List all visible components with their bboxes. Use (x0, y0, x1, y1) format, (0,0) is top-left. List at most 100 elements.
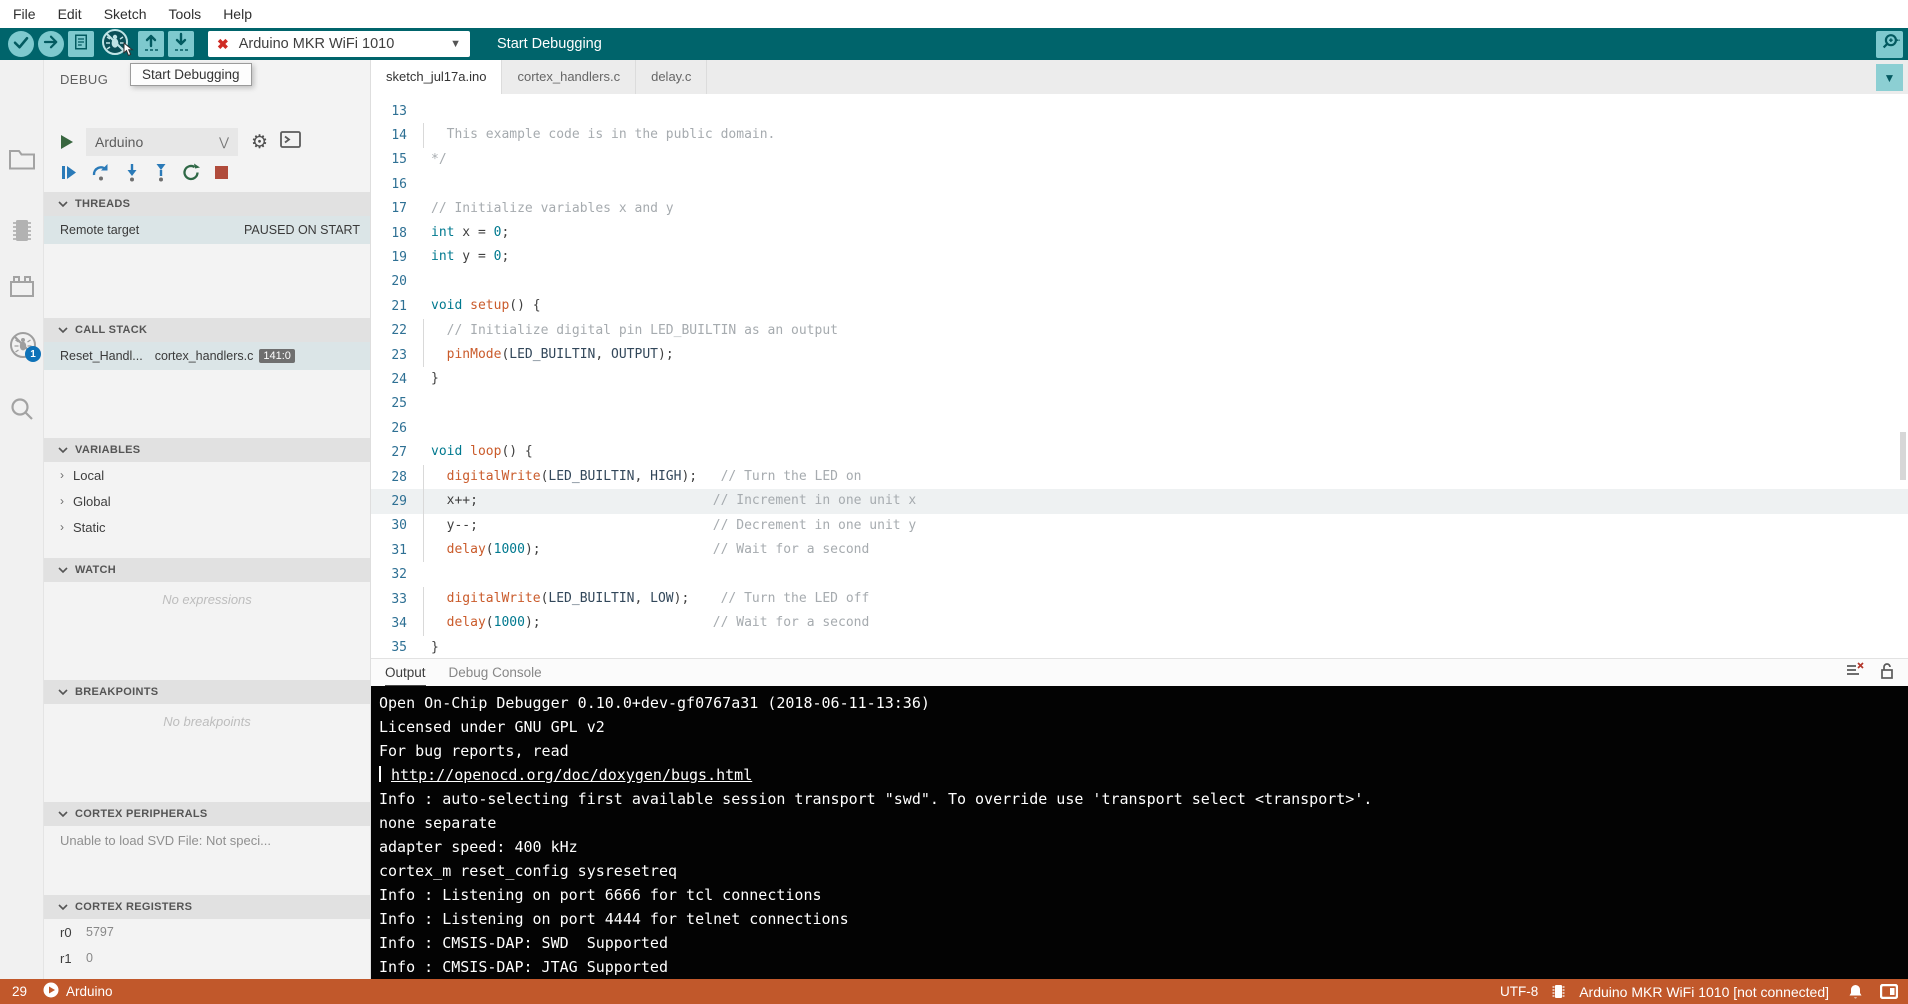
code-line-24: 24} (371, 367, 1908, 391)
sketchbook-folder-icon[interactable] (8, 146, 36, 174)
tab-delay.c[interactable]: delay.c (636, 60, 707, 94)
output-tab-output[interactable]: Output (385, 659, 426, 686)
call-stack-section-header[interactable]: CALL STACK (44, 318, 370, 342)
scroll-lock-icon[interactable] (1880, 662, 1894, 684)
editor-area: sketch_jul17a.inocortex_handlers.cdelay.… (371, 60, 1908, 979)
step-into-icon[interactable] (124, 163, 140, 187)
output-panel-header: Output Debug Console (371, 658, 1908, 686)
register-row-r1[interactable]: r10 (44, 945, 370, 971)
board-selector-label: Arduino MKR WiFi 1010 (239, 36, 450, 52)
cortex-peripherals-section-header[interactable]: CORTEX PERIPHERALS (44, 802, 370, 826)
watch-empty-message: No expressions (44, 582, 370, 607)
frame-file: cortex_handlers.c (155, 349, 254, 363)
chevron-down-icon (58, 201, 68, 208)
board-status[interactable]: Arduino MKR WiFi 1010 [not connected] (1579, 984, 1829, 1000)
code-line-22: 22 // Initialize digital pin LED_BUILTIN… (371, 319, 1908, 343)
variables-scope-local[interactable]: ›Local (44, 462, 370, 488)
debug-session-row: Arduino ⋁ ⚙ (44, 126, 370, 158)
boards-chip-icon[interactable] (8, 216, 36, 244)
verify-button[interactable] (8, 31, 34, 57)
activity-bar: 1 (0, 60, 44, 979)
menu-item-file[interactable]: File (2, 6, 47, 22)
step-over-icon[interactable] (91, 163, 111, 187)
thread-row[interactable]: Remote target PAUSED ON START (44, 216, 370, 244)
frame-name: Reset_Handl... (60, 349, 143, 363)
console-line: Info : Listening on port 6666 for tcl co… (379, 883, 1908, 907)
console-line: Info : auto-selecting first available se… (379, 787, 1908, 811)
restart-icon[interactable] (182, 163, 201, 187)
arrow-up-icon (142, 32, 160, 57)
output-console[interactable]: Open On-Chip Debugger 0.10.0+dev-gf0767a… (371, 686, 1908, 979)
chevron-down-icon (58, 327, 68, 334)
code-line-34: 34 delay(1000); // Wait for a second (371, 611, 1908, 635)
editor-scrollbar[interactable] (1900, 432, 1906, 480)
toolbar: ✖ Arduino MKR WiFi 1010 ▼ Start Debuggin… (0, 28, 1908, 60)
session-select[interactable]: Arduino ⋁ (86, 128, 238, 156)
step-out-icon[interactable] (153, 163, 169, 187)
debug-badge: 1 (25, 346, 41, 362)
serial-monitor-button[interactable] (1876, 31, 1903, 58)
start-debugging-label: Start Debugging (497, 36, 602, 52)
start-session-icon[interactable] (61, 135, 73, 149)
screen-toggle-icon[interactable] (1880, 984, 1898, 999)
step-down-button[interactable] (168, 31, 194, 57)
code-line-13: 13 (371, 99, 1908, 123)
debug-side-panel: DEBUG Arduino ⋁ ⚙ (44, 60, 371, 979)
hand-cursor-icon (119, 42, 135, 65)
start-debugging-button[interactable] (100, 29, 130, 59)
variables-scope-static[interactable]: ›Static (44, 514, 370, 540)
tab-sketch_jul17a.ino[interactable]: sketch_jul17a.ino (371, 60, 502, 94)
editor-tabbar: sketch_jul17a.inocortex_handlers.cdelay.… (371, 60, 1908, 94)
thread-name: Remote target (60, 223, 139, 237)
board-selector[interactable]: ✖ Arduino MKR WiFi 1010 ▼ (208, 31, 470, 57)
tooltip: Start Debugging (130, 63, 252, 86)
editor-dropdown-button[interactable]: ▼ (1876, 64, 1903, 91)
threads-section-header[interactable]: THREADS (44, 192, 370, 216)
variables-section-header[interactable]: VARIABLES (44, 438, 370, 462)
code-line-18: 18int x = 0; (371, 221, 1908, 245)
debug-icon[interactable]: 1 (8, 330, 36, 358)
code-line-19: 19int y = 0; (371, 245, 1908, 269)
breakpoints-section-header[interactable]: BREAKPOINTS (44, 680, 370, 704)
call-stack-frame-row[interactable]: Reset_Handl... cortex_handlers.c 141:0 (44, 342, 370, 370)
gear-icon[interactable]: ⚙ (251, 133, 268, 152)
code-editor[interactable]: 1314 This example code is in the public … (371, 94, 1908, 658)
step-up-button[interactable] (138, 31, 164, 57)
stop-icon[interactable] (214, 165, 229, 185)
chevron-down-icon: ⋁ (219, 135, 229, 149)
code-line-21: 21void setup() { (371, 294, 1908, 318)
chevron-down-icon (58, 447, 68, 454)
code-line-33: 33 digitalWrite(LED_BUILTIN, LOW); // Tu… (371, 587, 1908, 611)
arrow-right-icon (42, 33, 60, 56)
console-line: adapter speed: 400 kHz (379, 835, 1908, 859)
debug-console-icon[interactable] (280, 131, 301, 153)
console-line: none separate (379, 811, 1908, 835)
arduino-pro-ide-window: FileEditSketchToolsHelp (0, 0, 1908, 1004)
code-line-20: 20 (371, 270, 1908, 294)
menu-item-help[interactable]: Help (212, 6, 263, 22)
cortex-registers-section-header[interactable]: CORTEX REGISTERS (44, 895, 370, 919)
check-icon (12, 33, 30, 56)
clear-output-icon[interactable] (1846, 662, 1864, 683)
code-line-25: 25 (371, 392, 1908, 416)
continue-icon[interactable] (59, 163, 78, 187)
play-circle-icon (43, 982, 59, 1001)
output-tab-debug-console[interactable]: Debug Console (449, 659, 542, 686)
new-sketch-button[interactable] (68, 31, 94, 57)
register-row-r0[interactable]: r05797 (44, 919, 370, 945)
library-box-icon[interactable] (8, 274, 36, 302)
tab-cortex_handlers.c[interactable]: cortex_handlers.c (502, 60, 636, 94)
code-line-29: 29 x++; // Increment in one unit x (371, 489, 1908, 513)
watch-section-header[interactable]: WATCH (44, 558, 370, 582)
menu-item-sketch[interactable]: Sketch (93, 6, 158, 22)
chevron-down-icon (58, 689, 68, 696)
variables-scope-global[interactable]: ›Global (44, 488, 370, 514)
menu-item-edit[interactable]: Edit (47, 6, 93, 22)
upload-button[interactable] (38, 31, 64, 57)
menu-item-tools[interactable]: Tools (158, 6, 213, 22)
arrow-down-icon (172, 32, 190, 57)
encoding-indicator[interactable]: UTF-8 (1500, 984, 1538, 999)
code-line-26: 26 (371, 416, 1908, 440)
search-icon[interactable] (8, 396, 36, 424)
bell-icon[interactable] (1848, 984, 1863, 1000)
